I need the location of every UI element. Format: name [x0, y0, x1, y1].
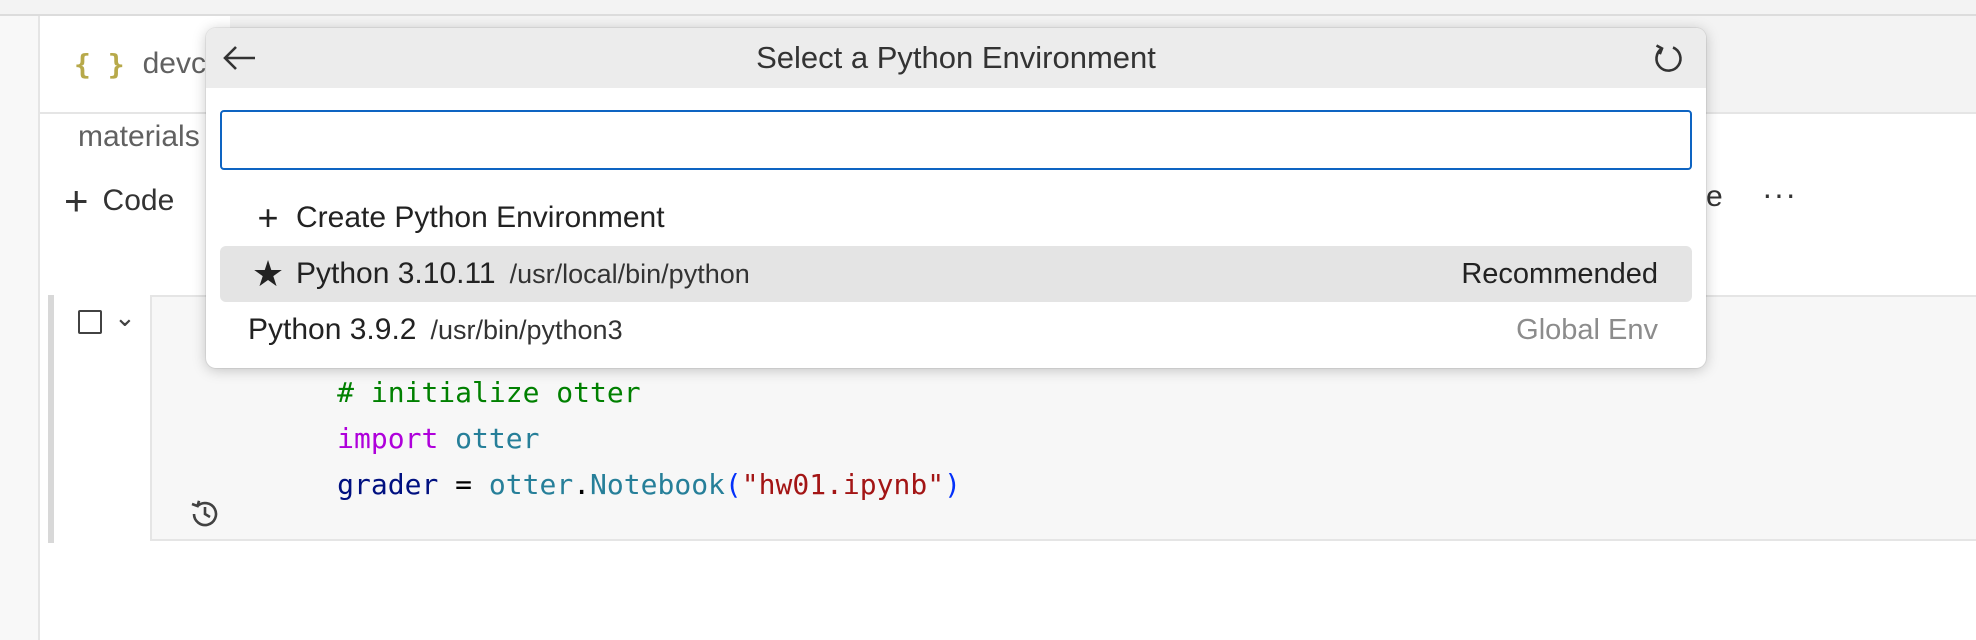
code-variable: grader	[337, 468, 439, 501]
history-icon[interactable]	[188, 497, 222, 536]
plus-icon: +	[257, 197, 279, 238]
item-label: Python 3.9.2	[248, 313, 417, 346]
title-bar	[0, 0, 1976, 16]
code-string: "hw01.ipynb"	[741, 468, 945, 501]
quick-pick-input[interactable]	[220, 110, 1692, 170]
global-env-label: Global Env	[1516, 313, 1658, 346]
item-label: Create Python Environment	[296, 201, 665, 234]
chevron-down-icon[interactable]: ⌄	[114, 302, 136, 333]
editor-tab-devcontainer[interactable]: { } devco	[40, 16, 230, 112]
quick-pick-title: Select a Python Environment	[756, 40, 1156, 75]
item-label: Python 3.10.11	[296, 257, 496, 290]
create-python-environment-item[interactable]: + Create Python Environment	[220, 190, 1692, 246]
code-paren-open: (	[724, 468, 742, 501]
add-code-cell-button[interactable]: + Code	[64, 178, 174, 224]
breadcrumb[interactable]: materials	[78, 120, 200, 154]
quick-pick-header: Select a Python Environment	[206, 28, 1706, 88]
python-3-10-11-item[interactable]: ★ Python 3.10.11 /usr/local/bin/python R…	[220, 246, 1692, 302]
code-line-3: grader = otter.Notebook("hw01.ipynb")	[236, 435, 961, 534]
code-module: otter	[488, 468, 574, 501]
arrow-left-icon[interactable]	[220, 38, 260, 78]
item-path: /usr/bin/python3	[430, 314, 623, 345]
code-dot: .	[573, 468, 591, 501]
plus-icon: +	[64, 177, 89, 224]
code-class: Notebook	[590, 468, 725, 501]
refresh-icon[interactable]	[1648, 38, 1688, 78]
toolbar-item-fragment[interactable]: e	[1706, 180, 1723, 214]
add-code-label: Code	[102, 184, 175, 217]
recommended-badge: Recommended	[1461, 257, 1658, 290]
more-actions-button[interactable]: ···	[1762, 176, 1797, 213]
vscode-window: { } devco materials + Code e ··· ⌄ # ini…	[0, 0, 1976, 640]
item-path: /usr/local/bin/python	[509, 258, 750, 289]
json-braces-icon: { }	[74, 47, 125, 81]
cell-run-checkbox[interactable]	[78, 310, 102, 334]
code-operator: =	[438, 468, 489, 501]
star-icon: ★	[251, 253, 285, 294]
cell-focus-indicator	[48, 295, 54, 543]
python-3-9-2-item[interactable]: Python 3.9.2 /usr/bin/python3 Global Env	[220, 302, 1692, 358]
python-environment-quick-pick: Select a Python Environment + Create Pyt…	[206, 28, 1706, 368]
activity-bar	[0, 16, 40, 640]
code-paren-close: )	[944, 468, 961, 501]
